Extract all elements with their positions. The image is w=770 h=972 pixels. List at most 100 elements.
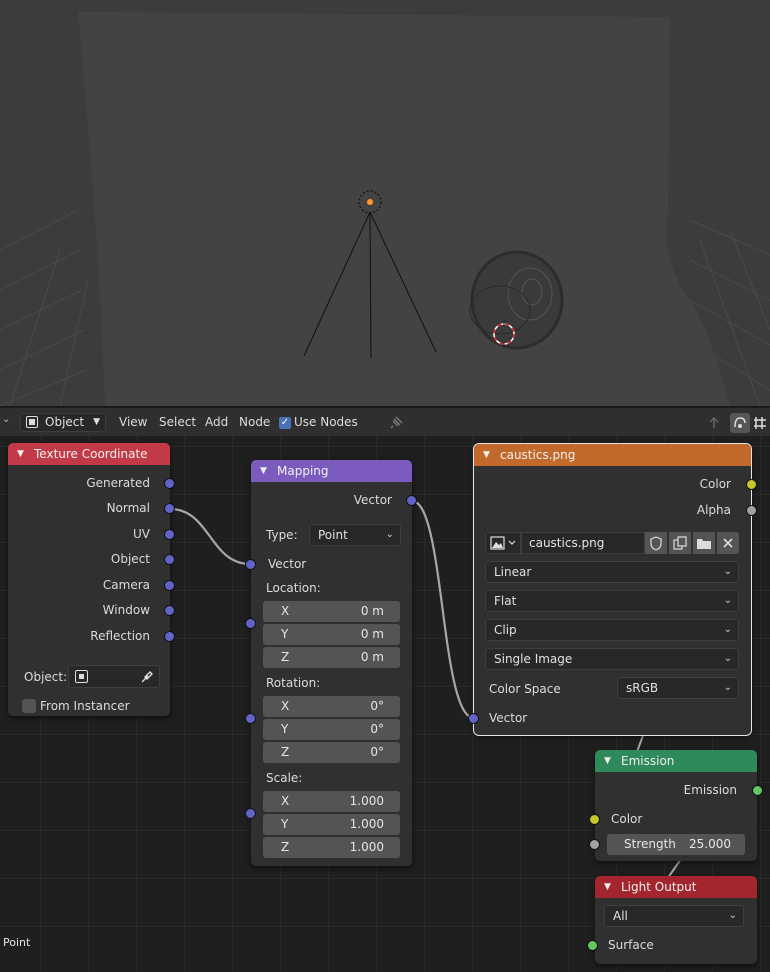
- chevron-down-icon: ⌄: [728, 910, 737, 921]
- axis-label: X: [281, 794, 290, 808]
- location-y-field[interactable]: Y 0 m: [263, 624, 400, 645]
- menu-select[interactable]: Select: [159, 414, 196, 431]
- node-header[interactable]: ▼ caustics.png: [474, 444, 751, 466]
- source-select[interactable]: Single Image ⌄: [485, 648, 739, 670]
- output-object: Object: [110, 552, 150, 566]
- socket-vector-in[interactable]: [245, 559, 256, 570]
- mode-select[interactable]: Object ▼: [20, 413, 106, 432]
- snap-toggle[interactable]: [730, 413, 750, 433]
- node-header[interactable]: ▼ Emission: [595, 750, 757, 772]
- socket-generated[interactable]: [164, 478, 175, 489]
- from-instancer-label: From Instancer: [40, 699, 130, 713]
- socket-reflection[interactable]: [164, 631, 175, 642]
- output-generated: Generated: [86, 476, 150, 490]
- shield-icon: [650, 536, 662, 551]
- editor-type-chevron-icon[interactable]: ⌄: [2, 414, 10, 425]
- duplicate-button[interactable]: [669, 532, 691, 554]
- node-title: caustics.png: [500, 448, 576, 462]
- socket-alpha-out[interactable]: [746, 505, 757, 516]
- socket-vector-in[interactable]: [468, 713, 479, 724]
- extension-select[interactable]: Clip ⌄: [485, 619, 739, 641]
- extension-value: Clip: [494, 623, 517, 637]
- menu-add[interactable]: Add: [205, 414, 228, 431]
- input-vector-label: Vector: [268, 557, 307, 571]
- field-value: 0°: [370, 699, 384, 713]
- node-header[interactable]: ▼ Texture Coordinate: [8, 443, 170, 465]
- axis-label: Y: [281, 722, 289, 736]
- object-picker-field[interactable]: [68, 665, 160, 688]
- rotation-y-field[interactable]: Y 0°: [263, 719, 400, 740]
- output-normal: Normal: [106, 501, 150, 515]
- object-mode-icon: [26, 416, 38, 428]
- socket-scale[interactable]: [245, 808, 256, 819]
- node-texture-coordinate[interactable]: ▼ Texture Coordinate Generated Normal UV…: [8, 443, 175, 716]
- projection-value: Flat: [494, 594, 517, 608]
- socket-object[interactable]: [164, 554, 175, 565]
- fake-user-button[interactable]: [645, 532, 667, 554]
- node-header[interactable]: ▼ Mapping: [251, 460, 412, 482]
- collapse-triangle-icon[interactable]: ▼: [483, 444, 490, 466]
- interpolation-select[interactable]: Linear ⌄: [485, 561, 739, 583]
- use-nodes-checkbox[interactable]: ✓: [279, 417, 291, 429]
- rotation-z-field[interactable]: Z 0°: [263, 742, 400, 763]
- scale-x-field[interactable]: X 1.000: [263, 791, 400, 812]
- menu-node[interactable]: Node: [239, 414, 270, 431]
- axis-label: Z: [281, 840, 290, 854]
- node-editor-canvas[interactable]: ▼ Texture Coordinate Generated Normal UV…: [0, 436, 770, 972]
- duplicate-icon: [673, 536, 687, 550]
- socket-color-in[interactable]: [589, 814, 600, 825]
- socket-location[interactable]: [245, 618, 256, 629]
- projection-select[interactable]: Flat ⌄: [485, 590, 739, 612]
- mode-status-text: Point: [3, 936, 31, 949]
- pin-icon[interactable]: [388, 415, 404, 431]
- location-x-field[interactable]: X 0 m: [263, 601, 400, 622]
- node-header[interactable]: ▼ Light Output: [595, 876, 757, 898]
- 3d-viewport[interactable]: [0, 0, 770, 406]
- menu-view[interactable]: View: [119, 414, 147, 431]
- collapse-triangle-icon[interactable]: ▼: [604, 750, 611, 772]
- field-value: 0 m: [360, 604, 384, 618]
- color-space-select[interactable]: sRGB ⌄: [617, 677, 739, 699]
- snap-grid-icon[interactable]: [752, 415, 768, 431]
- socket-color-out[interactable]: [746, 479, 757, 490]
- collapse-triangle-icon[interactable]: ▼: [260, 460, 267, 482]
- unlink-button[interactable]: [717, 532, 739, 554]
- socket-emission-out[interactable]: [752, 785, 763, 796]
- viewport-scene: [0, 12, 770, 406]
- link-normal-to-vector: [169, 507, 251, 566]
- eyedropper-icon[interactable]: [139, 669, 155, 685]
- from-instancer-checkbox[interactable]: [22, 699, 36, 713]
- chevron-down-icon: ⌄: [723, 682, 732, 693]
- socket-camera[interactable]: [164, 580, 175, 591]
- node-emission[interactable]: ▼ Emission Emission Color Strength 25.00…: [589, 750, 763, 861]
- scale-y-field[interactable]: Y 1.000: [263, 814, 400, 835]
- socket-normal[interactable]: [164, 503, 175, 514]
- field-value: 1.000: [349, 817, 384, 831]
- socket-surface-in[interactable]: [587, 940, 598, 951]
- scale-label: Scale:: [266, 771, 303, 785]
- socket-rotation[interactable]: [245, 713, 256, 724]
- socket-uv[interactable]: [164, 529, 175, 540]
- node-light-output[interactable]: ▼ Light Output All ⌄ Surface: [587, 876, 757, 964]
- node-image-texture[interactable]: ▼ caustics.png Color Alpha caustics.png: [468, 443, 757, 736]
- parent-node-tree-icon[interactable]: [705, 414, 723, 432]
- node-mapping[interactable]: ▼ Mapping Vector Type: Point ⌄ Vector Lo…: [245, 460, 417, 866]
- open-file-button[interactable]: [693, 532, 715, 554]
- color-space-value: sRGB: [626, 681, 659, 695]
- output-uv: UV: [133, 527, 150, 541]
- scale-z-field[interactable]: Z 1.000: [263, 837, 400, 858]
- strength-field[interactable]: Strength 25.000: [607, 834, 745, 855]
- location-z-field[interactable]: Z 0 m: [263, 647, 400, 668]
- socket-window[interactable]: [164, 605, 175, 616]
- target-select[interactable]: All ⌄: [604, 905, 744, 927]
- rotation-x-field[interactable]: X 0°: [263, 696, 400, 717]
- field-value: 1.000: [349, 794, 384, 808]
- type-select[interactable]: Point ⌄: [309, 524, 401, 546]
- socket-strength-in[interactable]: [589, 839, 600, 850]
- socket-vector-out[interactable]: [406, 495, 417, 506]
- browse-image-button[interactable]: [485, 532, 521, 554]
- image-name-field[interactable]: caustics.png: [521, 532, 645, 554]
- node-title: Light Output: [621, 880, 697, 894]
- collapse-triangle-icon[interactable]: ▼: [604, 876, 611, 898]
- collapse-triangle-icon[interactable]: ▼: [17, 443, 24, 465]
